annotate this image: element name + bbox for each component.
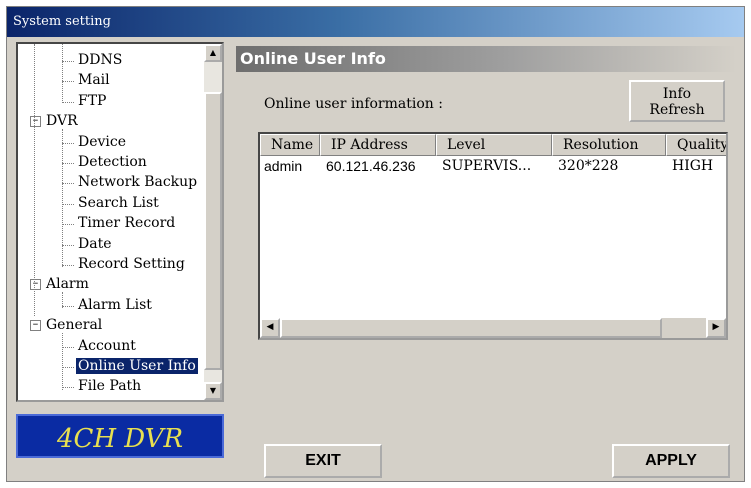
logo-text: 4CH DVR [56, 424, 184, 454]
scroll-right-arrow-icon[interactable]: ▶ [706, 318, 726, 338]
tree-item[interactable]: Network Backup [76, 173, 199, 191]
tree-item-label: Date [78, 235, 112, 252]
tree-connector [62, 142, 74, 144]
tree-connector [62, 44, 63, 102]
column-header[interactable]: Resolution [552, 134, 666, 156]
tree-item-label: Detection [78, 154, 147, 170]
tree-connector [62, 367, 74, 368]
tree-connector [62, 81, 74, 83]
tree-item[interactable]: Account [76, 337, 138, 355]
tree-content: DDNS Mail FTP − DVR Device Detection Network Ba… [18, 44, 204, 400]
column-header[interactable]: IP Address [320, 134, 436, 156]
title-bar: System setting [7, 7, 744, 37]
tree-item-label: Timer Record [78, 215, 176, 232]
tree-item[interactable]: − Alarm [30, 275, 91, 293]
panel-header: Online User Info [236, 46, 737, 72]
online-users-table[interactable]: Name IP Address Level Resolution Quality adm… [258, 132, 728, 340]
tree-item-label: General [46, 317, 103, 334]
tree-item-label: Online User Info [76, 358, 198, 374]
tree-item-label: Alarm List [78, 296, 152, 313]
tree-item[interactable]: Online User Info [76, 357, 198, 375]
tree-vertical-scrollbar[interactable]: ▲ ▼ [204, 44, 222, 400]
tree-connector [62, 203, 74, 205]
tree-connector [62, 101, 74, 103]
settings-tree[interactable]: DDNS Mail FTP − DVR Device Detection Network Ba… [16, 42, 224, 402]
brand-logo: 4CH DVR [16, 414, 224, 458]
scroll-up-arrow-icon[interactable]: ▲ [204, 44, 222, 62]
tree-item[interactable]: − General [30, 316, 104, 334]
tree-connector [62, 128, 63, 268]
table-cell: HIGH [672, 158, 714, 174]
apply-button[interactable]: APPLY [612, 444, 730, 478]
tree-item[interactable]: FTP [76, 92, 108, 110]
tree-item[interactable]: Record Setting [76, 255, 187, 273]
tree-item-label: File Path [78, 378, 142, 395]
collapse-icon[interactable]: − [30, 279, 41, 291]
table-row[interactable]: admin 60.121.46.236 SUPERVIS... 320*228 HIGH [260, 156, 726, 176]
tree-connector [62, 265, 74, 266]
online-user-info-label: Online user information : [264, 96, 443, 112]
tree-connector [62, 291, 63, 309]
tree-item-label: Mail [78, 72, 110, 89]
tree-connector [62, 244, 74, 246]
tree-item-label: Search List [78, 194, 159, 211]
tree-item[interactable]: Alarm List [76, 296, 154, 314]
tree-item[interactable]: Date [76, 235, 113, 253]
tree-connector [34, 44, 35, 317]
tree-connector [62, 224, 74, 226]
tree-item-label: Alarm [46, 276, 89, 293]
table-cell: 320*228 [558, 158, 619, 174]
tree-item[interactable]: Detection [76, 153, 149, 171]
column-header[interactable]: Name [260, 134, 320, 156]
tree-connector [62, 163, 74, 164]
tree-item-label: DDNS [78, 52, 123, 68]
panel-title: Online User Info [240, 49, 386, 68]
exit-button[interactable]: EXIT [264, 444, 382, 478]
tree-connector [62, 305, 74, 307]
tree-item[interactable]: Device [76, 133, 128, 151]
tree-connector [62, 61, 74, 62]
info-refresh-button[interactable]: Info Refresh [629, 80, 725, 122]
window-title: System setting [13, 14, 111, 29]
tree-connector [62, 332, 63, 390]
collapse-icon[interactable]: − [30, 116, 41, 128]
column-header[interactable]: Level [436, 134, 552, 156]
tree-item[interactable]: Timer Record [76, 214, 177, 232]
tree-item-label: Record Setting [78, 256, 185, 272]
column-header[interactable]: Quality [666, 134, 726, 156]
scroll-left-arrow-icon[interactable]: ◀ [260, 318, 280, 338]
tree-item-label: Device [78, 133, 127, 150]
tree-item[interactable]: File Path [76, 377, 143, 395]
tree-item[interactable]: DDNS [76, 51, 124, 69]
tree-scroll-thumb[interactable] [204, 92, 222, 370]
table-cell: 60.121.46.236 [326, 158, 416, 174]
tree-item[interactable]: Mail [76, 71, 112, 89]
tree-item-label: Account [78, 337, 136, 354]
tree-connector [62, 183, 74, 185]
table-cell: SUPERVIS... [442, 158, 532, 174]
table-horizontal-scrollbar[interactable]: ◀ ▶ [260, 318, 726, 338]
tree-item-label: FTP [78, 92, 107, 109]
tree-item[interactable]: Search List [76, 194, 161, 212]
table-header: Name IP Address Level Resolution Quality [260, 134, 726, 156]
tree-item-label: Network Backup [78, 174, 198, 191]
tree-connector [62, 346, 74, 348]
tree-connector [62, 387, 74, 389]
table-scroll-thumb[interactable] [280, 318, 662, 338]
tree-item[interactable]: − DVR [30, 112, 80, 130]
collapse-icon[interactable]: − [30, 320, 41, 332]
tree-item-label: DVR [46, 113, 78, 130]
scroll-down-arrow-icon[interactable]: ▼ [204, 382, 222, 400]
table-cell: admin [264, 158, 303, 174]
